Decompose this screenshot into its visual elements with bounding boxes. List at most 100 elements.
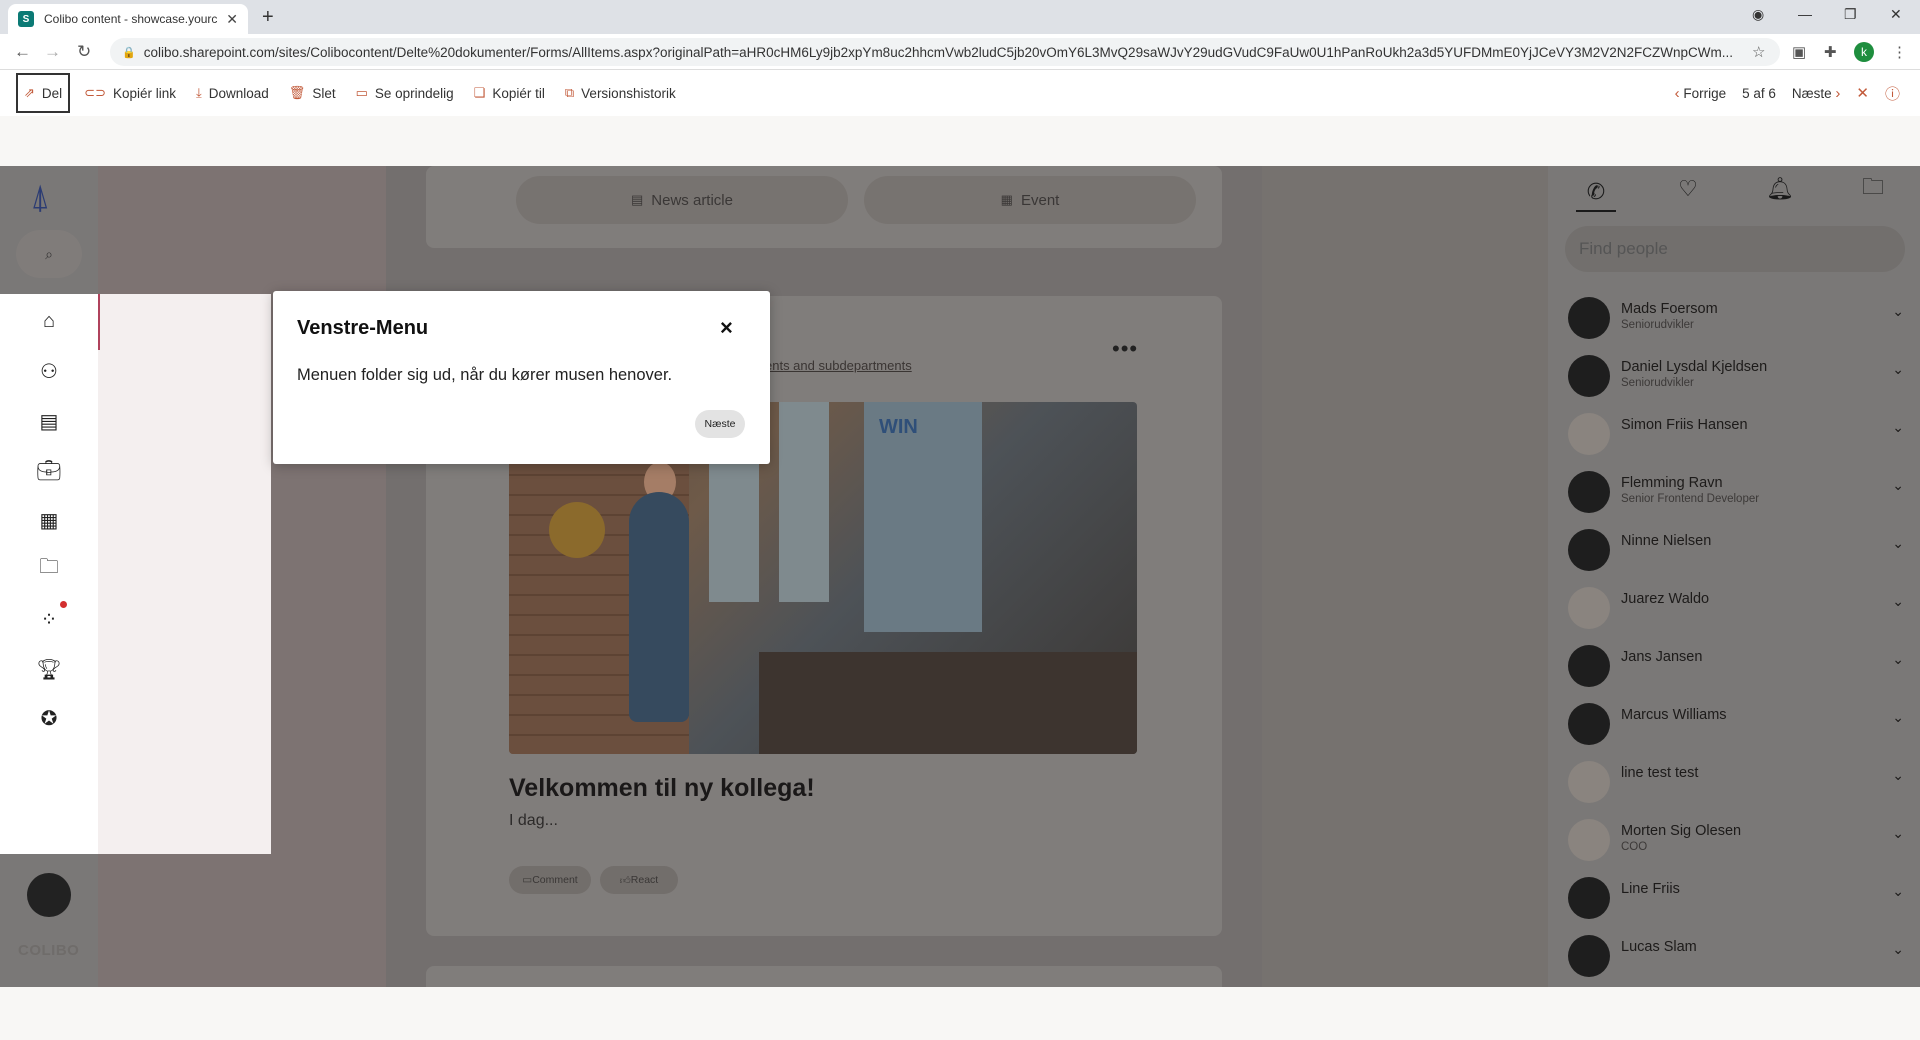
chevron-left-icon: ‹ xyxy=(1674,84,1680,102)
delete-button[interactable]: 🗑 Slet xyxy=(283,73,342,113)
chevron-down-icon[interactable]: ⌄ xyxy=(1892,303,1904,320)
star-icon[interactable]: ☆ xyxy=(1752,43,1765,61)
person-row[interactable]: Ninne Nielsen ⌄ xyxy=(1568,525,1908,579)
comment-icon: ▭ xyxy=(522,874,533,886)
prev-file-button[interactable]: ‹ Forrige xyxy=(1675,85,1727,102)
person-avatar xyxy=(1568,761,1610,803)
calendar-icon[interactable]: ▦ xyxy=(36,507,62,533)
close-viewer-icon[interactable]: ✕ xyxy=(1856,84,1869,102)
post-title[interactable]: Velkommen til ny kollega! xyxy=(509,774,815,803)
heart-icon[interactable]: ♡ xyxy=(1668,174,1708,204)
badge-check-icon[interactable]: ✪ xyxy=(36,705,62,731)
person-row[interactable]: Juarez Waldo ⌄ xyxy=(1568,583,1908,637)
react-button[interactable]: 👍︎ React xyxy=(600,866,678,894)
briefcase-icon[interactable]: 💼︎ xyxy=(36,457,62,483)
person-row[interactable]: Daniel Lysdal Kjeldsen Seniorudvikler ⌄ xyxy=(1568,351,1908,405)
person-avatar xyxy=(1568,645,1610,687)
chevron-down-icon[interactable]: ⌄ xyxy=(1892,419,1904,436)
file-counter: 5 af 6 xyxy=(1742,85,1776,101)
person-row[interactable]: Mads Foersom Seniorudvikler ⌄ xyxy=(1568,293,1908,347)
thumbs-up-icon: 👍︎ xyxy=(619,874,631,887)
folder-icon[interactable]: 🗀 xyxy=(36,556,62,582)
person-avatar xyxy=(1568,935,1610,977)
chevron-down-icon[interactable]: ⌄ xyxy=(1892,767,1904,784)
download-button[interactable]: ⤓ Download xyxy=(190,73,275,113)
comment-button[interactable]: ▭ Comment xyxy=(509,866,591,894)
forward-icon[interactable]: → xyxy=(44,42,61,62)
person-row[interactable]: Line Friis ⌄ xyxy=(1568,873,1908,927)
search-icon: ⌕ xyxy=(45,245,53,262)
chevron-down-icon[interactable]: ⌄ xyxy=(1892,651,1904,668)
person-row[interactable]: Flemming Ravn Senior Frontend Developer ⌄ xyxy=(1568,467,1908,521)
window-icon: ▭ xyxy=(355,85,368,100)
delete-label: Slet xyxy=(312,85,336,101)
news-icon[interactable]: ▤ xyxy=(36,408,62,434)
person-row[interactable]: Marcus Williams ⌄ xyxy=(1568,699,1908,753)
chevron-down-icon[interactable]: ⌄ xyxy=(1892,825,1904,842)
view-original-label: Se oprindelig xyxy=(374,85,454,101)
more-options-icon[interactable]: ••• xyxy=(1112,336,1138,362)
person-row[interactable]: Morten Sig Olesen COO ⌄ xyxy=(1568,815,1908,869)
back-icon[interactable]: ← xyxy=(14,42,31,62)
chevron-down-icon[interactable]: ⌄ xyxy=(1892,883,1904,900)
chevron-down-icon[interactable]: ⌄ xyxy=(1892,535,1904,552)
trophy-icon[interactable]: 🏆︎ xyxy=(36,656,62,682)
copy-to-button[interactable]: ❏ Kopiér til xyxy=(468,73,551,113)
news-article-tab[interactable]: ▤ News article xyxy=(516,176,848,224)
chevron-down-icon[interactable]: ⌄ xyxy=(1892,709,1904,726)
share-button[interactable]: ⇗ Del xyxy=(16,73,71,113)
event-tab[interactable]: ▦ Event xyxy=(864,176,1196,224)
bell-icon[interactable]: 🔔︎ xyxy=(1760,174,1800,204)
more-menu-icon[interactable]: ⋮ xyxy=(1892,43,1907,61)
chevron-down-icon[interactable]: ⌄ xyxy=(1892,593,1904,610)
url-field[interactable]: 🔒 colibo.sharepoint.com/sites/Colibocont… xyxy=(110,38,1780,66)
chevron-down-icon[interactable]: ⌄ xyxy=(1892,477,1904,494)
person-avatar xyxy=(1568,877,1610,919)
person-row[interactable]: Simon Friis Hansen ⌄ xyxy=(1568,409,1908,463)
nav-rail: ⌂ ⚇ ▤ 💼︎ ▦ 🗀 ⁘ 🏆︎ ✪ xyxy=(0,294,98,854)
profile-menu-icon[interactable]: ◉ xyxy=(1752,6,1764,23)
download-label: Download xyxy=(208,85,269,101)
search-button[interactable]: ⌕ xyxy=(16,230,82,278)
chevron-down-icon[interactable]: ⌄ xyxy=(1892,941,1904,958)
phone-icon[interactable]: ✆ xyxy=(1576,174,1616,212)
close-tab-icon[interactable]: ✕ xyxy=(226,11,238,28)
next-file-button[interactable]: Næste › xyxy=(1792,85,1841,102)
person-row[interactable]: line test test ⌄ xyxy=(1568,757,1908,811)
find-people-input[interactable]: Find people xyxy=(1565,226,1905,272)
department-link[interactable]: ents and subdepartments xyxy=(765,358,912,373)
org-chart-icon[interactable]: ⚇ xyxy=(36,358,62,384)
reload-icon[interactable]: ↻ xyxy=(77,42,91,62)
version-history-button[interactable]: ⧉ Versionshistorik xyxy=(559,73,682,113)
new-tab-icon[interactable]: + xyxy=(262,6,274,29)
home-icon[interactable]: ⌂ xyxy=(36,308,62,334)
person-name: Daniel Lysdal Kjeldsen xyxy=(1621,359,1768,375)
close-icon[interactable]: × xyxy=(720,315,733,341)
apps-icon[interactable]: ⁘ xyxy=(36,606,62,632)
browser-tab[interactable]: S Colibo content - showcase.yourc ✕ xyxy=(8,4,248,34)
user-avatar[interactable] xyxy=(27,873,71,917)
person-row[interactable]: Jans Jansen ⌄ xyxy=(1568,641,1908,695)
folder-icon[interactable]: 🗀 xyxy=(1853,174,1893,204)
person-row[interactable]: Lucas Slam ⌄ xyxy=(1568,931,1908,985)
person-name: Line Friis xyxy=(1621,881,1680,897)
lamp xyxy=(549,502,605,558)
share-icon: ⇗ xyxy=(24,85,35,100)
next-button[interactable]: Næste xyxy=(695,410,745,438)
camera-icon[interactable]: ▣ xyxy=(1792,43,1806,61)
view-original-button[interactable]: ▭ Se oprindelig xyxy=(350,73,460,113)
info-icon[interactable]: ⓘ xyxy=(1885,83,1900,104)
minimize-icon[interactable]: — xyxy=(1798,6,1812,22)
copy-link-button[interactable]: ⊂⊃ Kopiér link xyxy=(78,73,182,113)
extensions-icon[interactable]: ✚ xyxy=(1824,43,1837,61)
chevron-down-icon[interactable]: ⌄ xyxy=(1892,361,1904,378)
copy-link-label: Kopiér link xyxy=(112,85,176,101)
rocket-logo-icon[interactable]: ⍋ xyxy=(30,178,50,217)
history-icon: ⧉ xyxy=(564,85,575,100)
close-window-icon[interactable]: ✕ xyxy=(1890,6,1902,23)
profile-avatar[interactable]: k xyxy=(1854,42,1874,62)
presenter xyxy=(629,492,689,722)
popup-title: Venstre-Menu xyxy=(297,317,429,339)
restore-icon[interactable]: ❐ xyxy=(1844,6,1857,23)
comment-label: Comment xyxy=(532,874,578,886)
